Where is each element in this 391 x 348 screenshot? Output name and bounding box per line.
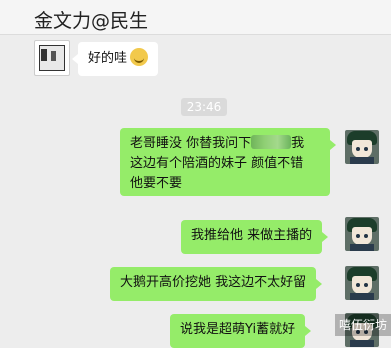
avatar-face xyxy=(352,227,372,245)
avatar-eye xyxy=(356,283,360,287)
avatar-body xyxy=(350,157,374,164)
avatar-eye xyxy=(356,234,360,238)
message-text: 我推给他 来做主播的 xyxy=(191,228,313,243)
watermark: 嘻伍衍坊 xyxy=(334,314,391,336)
message-line-1: 老哥睡没 你替我问下 我 xyxy=(130,134,320,154)
user-avatar[interactable] xyxy=(345,217,379,251)
avatar-eye xyxy=(364,147,368,151)
redaction-blur xyxy=(251,135,292,149)
message-bubble-outgoing[interactable]: 我推给他 来做主播的 xyxy=(181,220,329,254)
avatar-figure-2 xyxy=(51,51,56,61)
user-avatar[interactable] xyxy=(345,266,379,300)
message-bubble-outgoing[interactable]: 老哥睡没 你替我问下 我 这边有个陪酒的妹子 颜值不错 他要不要 xyxy=(120,128,336,196)
smile-emoji-icon xyxy=(130,48,149,66)
message-bubble-incoming[interactable]: 好的哇 xyxy=(71,42,159,76)
message-line-2: 这边有个陪酒的妹子 颜值不错 xyxy=(130,156,304,171)
avatar-figure xyxy=(41,49,47,61)
avatar-body xyxy=(350,244,374,251)
avatar-face xyxy=(352,276,372,294)
contact-avatar[interactable] xyxy=(34,40,70,76)
message-text: 大鹅开高价挖她 我这边不太好留 xyxy=(120,275,307,290)
message-text: 好的哇 xyxy=(88,51,128,66)
avatar-body xyxy=(350,293,374,300)
chat-title: 金文力@民生 xyxy=(34,10,149,32)
avatar-eye xyxy=(356,147,360,151)
avatar-body xyxy=(350,340,374,347)
message-bubble-outgoing[interactable]: 大鹅开高价挖她 我这边不太好留 xyxy=(110,267,323,301)
message-text: 我 xyxy=(291,136,305,151)
avatar-eye xyxy=(364,234,368,238)
user-avatar[interactable] xyxy=(345,130,379,164)
timestamp: 23:46 xyxy=(181,98,227,116)
avatar-face xyxy=(352,140,372,158)
avatar-eye xyxy=(364,283,368,287)
chat-header: 金文力@民生 xyxy=(0,0,391,35)
message-text: 老哥睡没 你替我问下 xyxy=(130,136,252,151)
message-text: 说我是超萌Yi蓄就好 xyxy=(180,322,296,337)
message-line-3: 他要不要 xyxy=(130,176,183,191)
message-bubble-outgoing[interactable]: 说我是超萌Yi蓄就好 xyxy=(170,314,312,348)
